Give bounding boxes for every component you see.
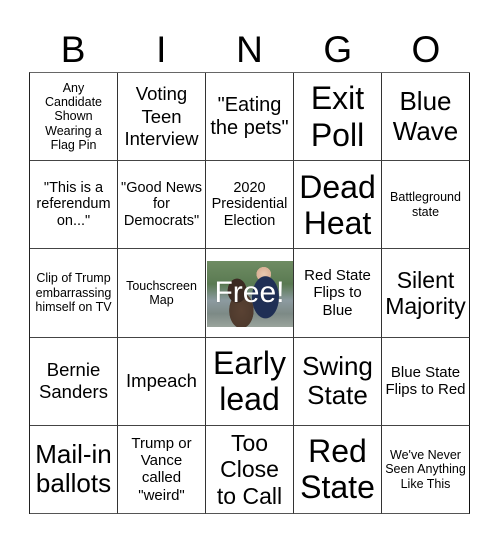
bingo-header: B I N G O	[29, 28, 470, 72]
bingo-cell[interactable]: Red State	[294, 425, 382, 514]
bingo-cell[interactable]: Blue Wave	[382, 73, 470, 162]
bingo-cell[interactable]: Battleground state	[382, 161, 470, 250]
header-letter-b: B	[60, 29, 86, 70]
bingo-cell[interactable]: Touchscreen Map	[118, 249, 206, 338]
bingo-cell[interactable]: Mail-in ballots	[30, 425, 118, 514]
bingo-cell[interactable]: "This is a referendum on..."	[30, 161, 118, 250]
bingo-cell[interactable]: Trump or Vance called "weird"	[118, 425, 206, 514]
bingo-cell[interactable]: Swing State	[294, 337, 382, 426]
bingo-cell[interactable]: Clip of Trump embarrassing himself on TV	[30, 249, 118, 338]
bingo-cell[interactable]: Red State Flips to Blue	[294, 249, 382, 338]
free-space-label: Free!	[214, 275, 285, 309]
bingo-cell[interactable]: Blue State Flips to Red	[382, 337, 470, 426]
bingo-cell[interactable]: Dead Heat	[294, 161, 382, 250]
bingo-cell[interactable]: "Good News for Democrats"	[118, 161, 206, 250]
bingo-cell[interactable]: "Eating the pets"	[206, 73, 294, 162]
header-letter-o: O	[411, 29, 441, 70]
header-letter-n: N	[236, 29, 263, 70]
free-space-cell[interactable]: Free!	[206, 249, 294, 338]
header-letter-g: G	[323, 29, 353, 70]
bingo-cell[interactable]: Too Close to Call	[206, 425, 294, 514]
bingo-cell[interactable]: Exit Poll	[294, 73, 382, 162]
bingo-cell[interactable]: Any Candidate Shown Wearing a Flag Pin	[30, 73, 118, 162]
bingo-cell[interactable]: Bernie Sanders	[30, 337, 118, 426]
bingo-card-grid: Any Candidate Shown Wearing a Flag Pin V…	[29, 72, 470, 514]
bingo-cell[interactable]: Early lead	[206, 337, 294, 426]
bingo-cell[interactable]: Silent Majority	[382, 249, 470, 338]
bingo-cell[interactable]: Impeach	[118, 337, 206, 426]
bingo-cell[interactable]: We've Never Seen Anything Like This	[382, 425, 470, 514]
header-letter-i: I	[156, 29, 167, 70]
bingo-cell[interactable]: 2020 Presidential Election	[206, 161, 294, 250]
bingo-cell[interactable]: Voting Teen Interview	[118, 73, 206, 162]
